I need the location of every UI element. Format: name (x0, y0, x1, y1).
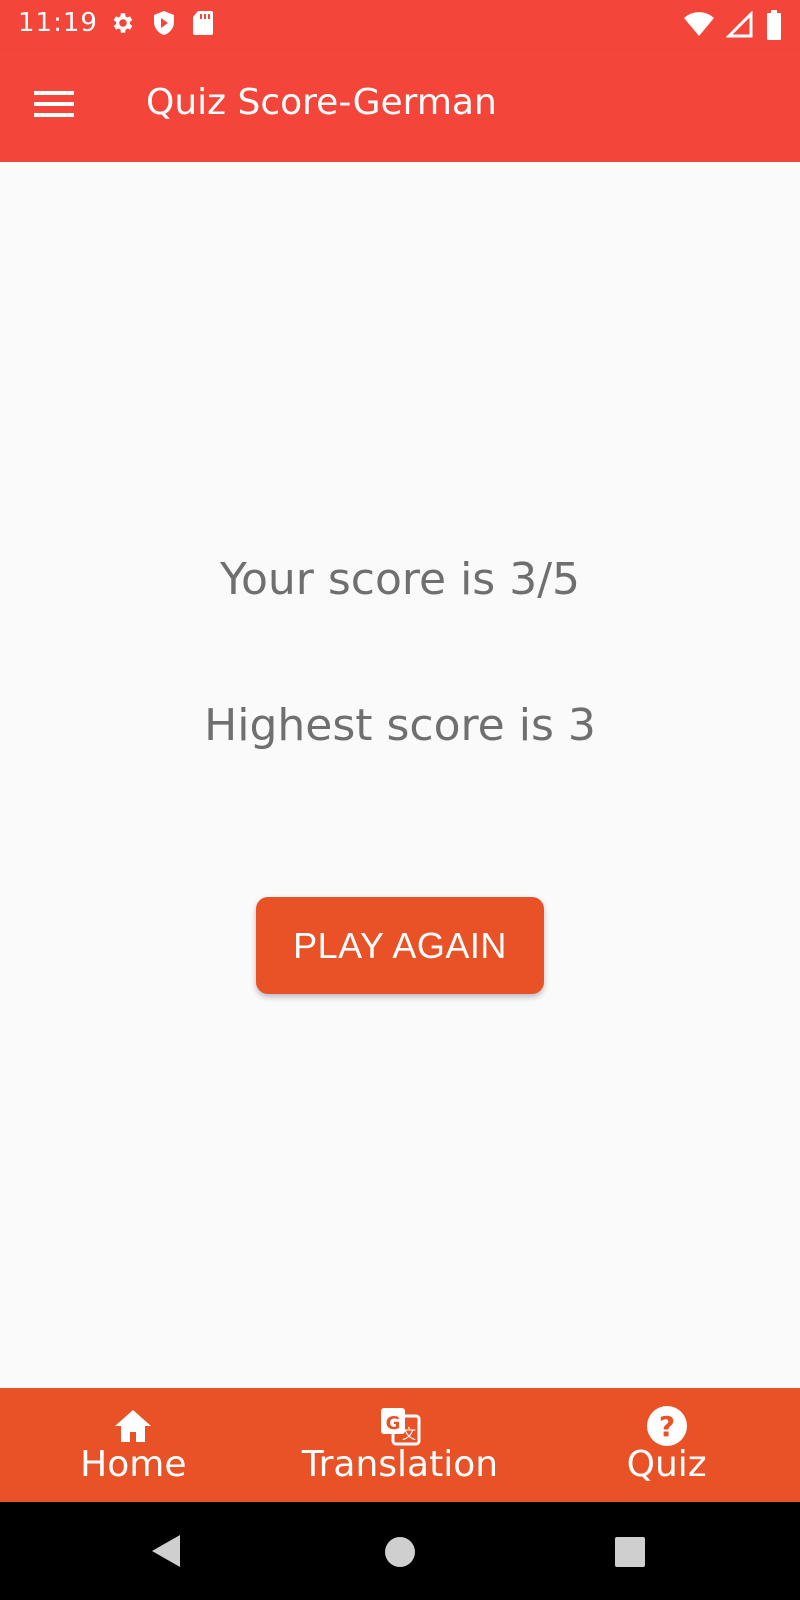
menu-icon (34, 89, 74, 123)
menu-button[interactable] (32, 84, 76, 128)
play-again-button[interactable]: PLAY AGAIN (256, 897, 544, 994)
translate-icon: G文 (379, 1405, 421, 1447)
nav-item-translation[interactable]: G文 Translation (267, 1388, 534, 1502)
nav-label-translation: Translation (301, 1444, 499, 1485)
nav-label-home: Home (80, 1444, 187, 1485)
svg-text:文: 文 (402, 1427, 416, 1443)
wifi-icon (684, 12, 714, 42)
recents-icon[interactable] (614, 1536, 646, 1572)
nav-item-home[interactable]: Home (0, 1388, 267, 1502)
svg-text:G: G (386, 1413, 401, 1434)
shield-icon (152, 10, 176, 40)
status-bar: 11:19 (0, 0, 800, 50)
score-content: Your score is 3/5 Highest score is 3 PLA… (0, 162, 800, 1388)
status-right-icons (684, 10, 782, 44)
system-navigation-bar (0, 1502, 800, 1600)
battery-icon (766, 10, 782, 44)
help-circle-icon: ? (646, 1405, 688, 1447)
nav-label-quiz: Quiz (626, 1444, 707, 1485)
sd-card-icon (192, 10, 214, 40)
back-icon[interactable] (150, 1534, 182, 1572)
bottom-navigation: Home G文 Translation ? Quiz (0, 1388, 800, 1502)
your-score-text: Your score is 3/5 (219, 554, 581, 605)
highest-score-text: Highest score is 3 (204, 700, 596, 751)
home-circle-icon[interactable] (384, 1536, 416, 1572)
page-title: Quiz Score-German (146, 82, 497, 123)
svg-text:?: ? (659, 1410, 675, 1443)
app-bar: Quiz Score-German (0, 50, 800, 162)
home-icon (112, 1405, 154, 1447)
gear-icon (110, 10, 136, 40)
nav-item-quiz[interactable]: ? Quiz (533, 1388, 800, 1502)
signal-icon (725, 10, 754, 43)
status-time: 11:19 (18, 8, 98, 38)
status-left-icons (110, 10, 214, 40)
